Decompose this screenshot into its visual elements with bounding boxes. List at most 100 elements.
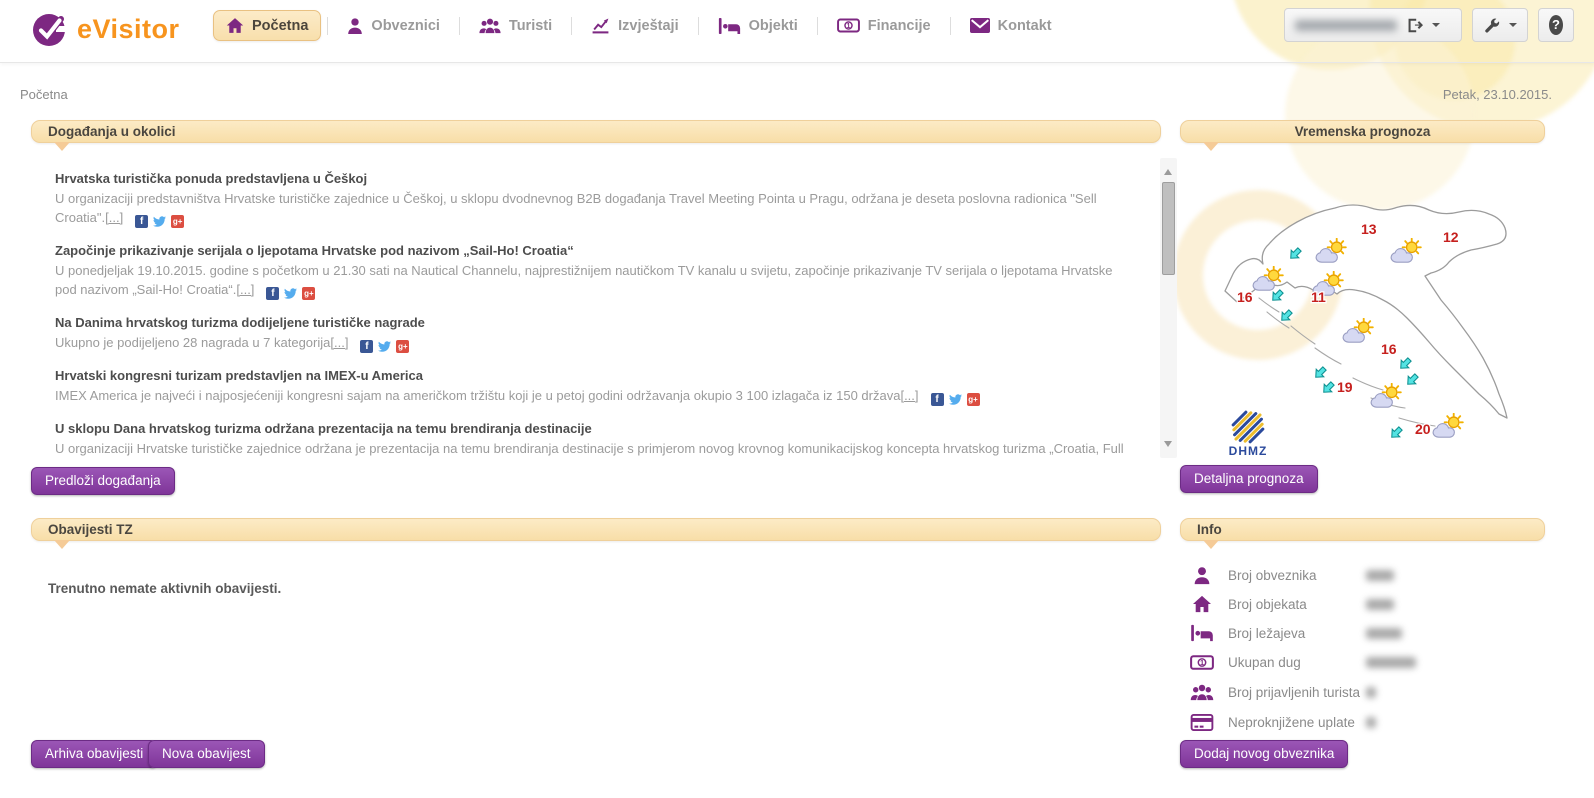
- nav-divider: [698, 17, 699, 35]
- info-row-uplate: Neproknjižene uplate: [1180, 709, 1550, 735]
- info-label: Broj ležajeva: [1228, 626, 1362, 641]
- scrollbar-thumb[interactable]: [1162, 182, 1175, 275]
- info-label: Broj obveznika: [1228, 568, 1362, 583]
- bed-icon: [718, 17, 741, 35]
- temperature-label: 12: [1443, 229, 1459, 245]
- temperature-label: 13: [1361, 221, 1377, 237]
- facebook-icon[interactable]: f: [931, 393, 944, 406]
- nav-item-financije[interactable]: Financije: [824, 11, 944, 41]
- notices-panel-header: Obavijesti TZ: [31, 518, 1161, 541]
- googleplus-icon[interactable]: g+: [302, 287, 315, 300]
- settings-button[interactable]: [1472, 8, 1528, 42]
- facebook-icon[interactable]: f: [360, 340, 373, 353]
- news-item: Započinje prikazivanje serijala o ljepot…: [55, 242, 1127, 300]
- nav-divider: [571, 17, 572, 35]
- nav-label: Objekti: [749, 18, 798, 34]
- news-title: U sklopu Dana hrvatskog turizma održana …: [55, 420, 1127, 437]
- nav-item-pocetna[interactable]: Početna: [213, 10, 321, 41]
- chart-icon: [591, 16, 610, 35]
- redacted-value: [1366, 657, 1416, 668]
- temperature-label: 16: [1237, 289, 1253, 305]
- news-body-text: U organizaciji predstavništva Hrvatske t…: [55, 191, 1097, 225]
- redacted-username: [1295, 20, 1397, 31]
- nav-item-izvjestaji[interactable]: Izvještaji: [578, 9, 691, 42]
- propose-events-button[interactable]: Predloži događanja: [31, 467, 175, 495]
- add-obveznik-button[interactable]: Dodaj novog obveznika: [1180, 740, 1348, 768]
- news-title: Na Danima hrvatskog turizma dodijeljene …: [55, 314, 1127, 331]
- header-controls: ?: [1284, 8, 1574, 42]
- facebook-icon[interactable]: f: [266, 287, 279, 300]
- dhmz-logo-text: DHMZ: [1229, 444, 1268, 458]
- news-item: Na Danima hrvatskog turizma dodijeljene …: [55, 314, 1127, 353]
- detailed-forecast-button[interactable]: Detaljna prognoza: [1180, 465, 1318, 493]
- googleplus-icon[interactable]: g+: [967, 393, 980, 406]
- news-body-text: U organizaciji Hrvatske turističke zajed…: [55, 441, 1124, 460]
- news-title: Započinje prikazivanje serijala o ljepot…: [55, 242, 1127, 259]
- logout-icon: [1406, 17, 1423, 34]
- question-icon: ?: [1549, 15, 1563, 35]
- facebook-icon[interactable]: f: [135, 215, 148, 228]
- evisitor-logo[interactable]: eVisitor: [30, 10, 180, 48]
- read-more-link[interactable]: [...]: [236, 282, 254, 297]
- help-button[interactable]: ?: [1538, 8, 1574, 42]
- redacted-value: [1366, 599, 1394, 610]
- info-label: Broj objekata: [1228, 597, 1362, 612]
- notices-empty-message: Trenutno nemate aktivnih obavijesti.: [48, 581, 281, 596]
- new-notice-button[interactable]: Nova obavijest: [148, 740, 265, 768]
- info-row-objekti: Broj objekata: [1180, 591, 1550, 617]
- scroll-down-arrow[interactable]: [1164, 441, 1172, 451]
- banknote-icon: [837, 18, 860, 33]
- nav-label: Turisti: [509, 18, 552, 34]
- news-title: Hrvatski kongresni turizam predstavljen …: [55, 367, 1127, 384]
- googleplus-icon[interactable]: g+: [171, 215, 184, 228]
- redacted-value: [1366, 687, 1376, 698]
- read-more-link[interactable]: [...]: [330, 335, 348, 350]
- events-scrollbar[interactable]: [1160, 158, 1177, 458]
- nav-divider: [459, 17, 460, 35]
- read-more-link[interactable]: [...]: [105, 210, 123, 225]
- breadcrumb: Početna: [20, 87, 68, 102]
- main-navigation: Početna Obveznici Turisti Izvještaji Obj…: [213, 9, 1065, 42]
- twitter-icon[interactable]: [153, 215, 166, 228]
- events-list: Hrvatska turistička ponuda predstavljena…: [31, 156, 1177, 460]
- current-date: Petak, 23.10.2015.: [1443, 87, 1552, 102]
- person-icon: [1190, 566, 1214, 585]
- banknote-icon: [1190, 655, 1214, 670]
- temperature-label: 16: [1381, 341, 1397, 357]
- temperature-label: 11: [1311, 289, 1326, 305]
- nav-label: Kontakt: [998, 18, 1052, 34]
- user-menu-button[interactable]: [1284, 8, 1462, 42]
- info-row-dug: Ukupan dug: [1180, 649, 1550, 675]
- news-item: Hrvatska turistička ponuda predstavljena…: [55, 170, 1127, 228]
- news-body-text: Ukupno je podijeljeno 28 nagrada u 7 kat…: [55, 335, 330, 350]
- person-icon: [347, 17, 363, 35]
- info-label: Neproknjižene uplate: [1228, 715, 1362, 730]
- temperature-label: 19: [1337, 379, 1353, 395]
- events-panel-header: Događanja u okolici: [31, 120, 1161, 143]
- news-body-text: IMEX America je najveći i najposjećeniji…: [55, 388, 900, 403]
- scroll-up-arrow[interactable]: [1164, 165, 1172, 175]
- nav-item-turisti[interactable]: Turisti: [466, 10, 565, 41]
- twitter-icon[interactable]: [284, 287, 297, 300]
- top-navigation-bar: eVisitor Početna Obveznici Turisti Izvje…: [0, 0, 1594, 63]
- nav-item-objekti[interactable]: Objekti: [705, 10, 811, 42]
- redacted-value: [1366, 717, 1376, 728]
- people-icon: [1190, 683, 1214, 701]
- weather-panel-header: Vremenska prognoza: [1180, 120, 1545, 143]
- twitter-icon[interactable]: [949, 393, 962, 406]
- notices-archive-button[interactable]: Arhiva obavijesti: [31, 740, 157, 768]
- news-body-text: U ponedjeljak 19.10.2015. godine s počet…: [55, 263, 1112, 297]
- croatia-weather-map: 13 12 16 11 16 19 20 DHMZ: [1203, 156, 1535, 458]
- news-item: U sklopu Dana hrvatskog turizma održana …: [55, 420, 1127, 460]
- read-more-link[interactable]: [...]: [900, 388, 918, 403]
- info-label: Broj prijavljenih turista: [1228, 685, 1362, 700]
- twitter-icon[interactable]: [378, 340, 391, 353]
- googleplus-icon[interactable]: g+: [396, 340, 409, 353]
- nav-label: Izvještaji: [618, 18, 678, 34]
- nav-item-kontakt[interactable]: Kontakt: [957, 11, 1065, 41]
- info-label: Ukupan dug: [1228, 655, 1362, 670]
- nav-item-obveznici[interactable]: Obveznici: [334, 10, 453, 42]
- chevron-down-icon: [1509, 23, 1517, 31]
- info-panel-header: Info: [1180, 518, 1545, 541]
- temperature-label: 20: [1415, 421, 1431, 437]
